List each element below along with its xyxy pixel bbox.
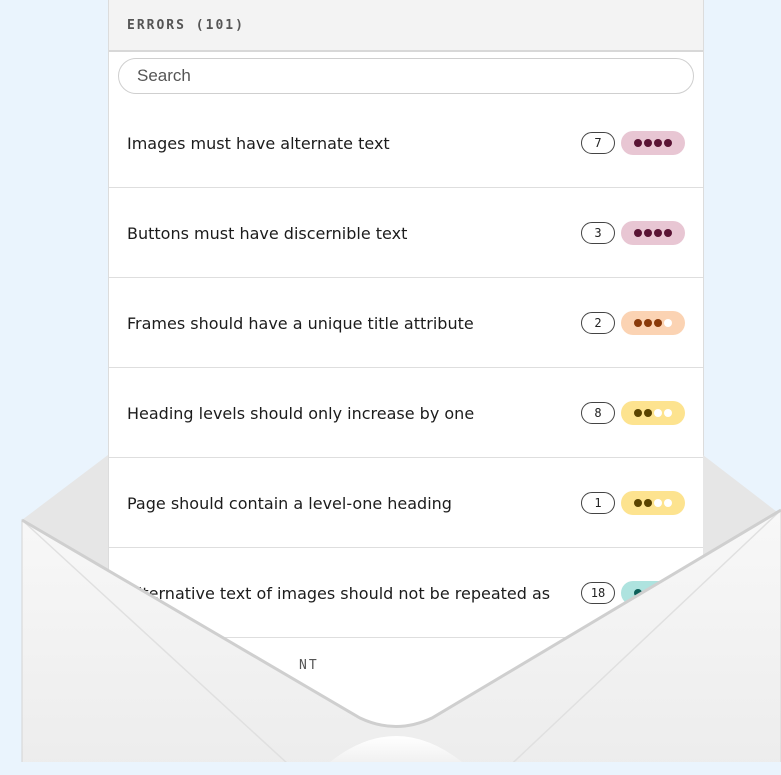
severity-dot: [664, 499, 672, 507]
error-row[interactable]: Heading levels should only increase by o…: [109, 368, 703, 458]
severity-dot: [664, 319, 672, 327]
error-rule-label: Buttons must have discernible text: [127, 223, 408, 243]
severity-indicator: [621, 401, 685, 425]
error-row[interactable]: Images must have alternate text 7: [109, 98, 703, 188]
error-count-badge: 7: [581, 132, 615, 154]
next-section-header: NT: [109, 638, 703, 728]
severity-dot: [664, 589, 672, 597]
panel-header: ERRORS (101): [109, 0, 703, 52]
severity-dot: [644, 589, 652, 597]
error-row[interactable]: Page should contain a level-one heading 1: [109, 458, 703, 548]
error-rule-label: Heading levels should only increase by o…: [127, 403, 475, 423]
severity-dot: [634, 319, 642, 327]
severity-dot: [654, 229, 662, 237]
severity-dot: [654, 589, 662, 597]
error-count-badge: 8: [581, 402, 615, 424]
severity-indicator: [621, 221, 685, 245]
next-section-label: NT: [299, 658, 319, 673]
severity-dot: [634, 139, 642, 147]
error-count-badge: 2: [581, 312, 615, 334]
severity-dot: [634, 589, 642, 597]
error-row[interactable]: Alternative text of images should not be…: [109, 548, 703, 638]
panel-title: ERRORS (101): [127, 17, 245, 33]
severity-dot: [644, 229, 652, 237]
severity-dot: [644, 319, 652, 327]
severity-dot: [644, 139, 652, 147]
severity-dot: [664, 409, 672, 417]
error-rule-label: Page should contain a level-one heading: [127, 493, 452, 513]
severity-dot: [654, 139, 662, 147]
severity-indicator: [621, 131, 685, 155]
severity-dot: [634, 409, 642, 417]
severity-dot: [664, 139, 672, 147]
severity-dot: [644, 409, 652, 417]
severity-dot: [644, 499, 652, 507]
severity-indicator: [621, 491, 685, 515]
error-count-badge: 3: [581, 222, 615, 244]
error-rule-label: Alternative text of images should not be…: [127, 583, 551, 603]
errors-panel: ERRORS (101) Images must have alternate …: [108, 0, 704, 760]
error-row[interactable]: Buttons must have discernible text 3: [109, 188, 703, 278]
severity-indicator: [621, 311, 685, 335]
severity-dot: [634, 229, 642, 237]
error-list: Images must have alternate text 7 Buttons …: [109, 98, 703, 728]
severity-dot: [654, 319, 662, 327]
severity-indicator: [621, 581, 685, 605]
severity-dot: [654, 409, 662, 417]
severity-dot: [654, 499, 662, 507]
error-rule-label: Frames should have a unique title attrib…: [127, 313, 474, 333]
severity-dot: [664, 229, 672, 237]
error-count-badge: 1: [581, 492, 615, 514]
error-rule-label: Images must have alternate text: [127, 133, 390, 153]
error-count-badge: 18: [581, 582, 615, 604]
search-input[interactable]: [118, 58, 694, 94]
error-row[interactable]: Frames should have a unique title attrib…: [109, 278, 703, 368]
severity-dot: [634, 499, 642, 507]
